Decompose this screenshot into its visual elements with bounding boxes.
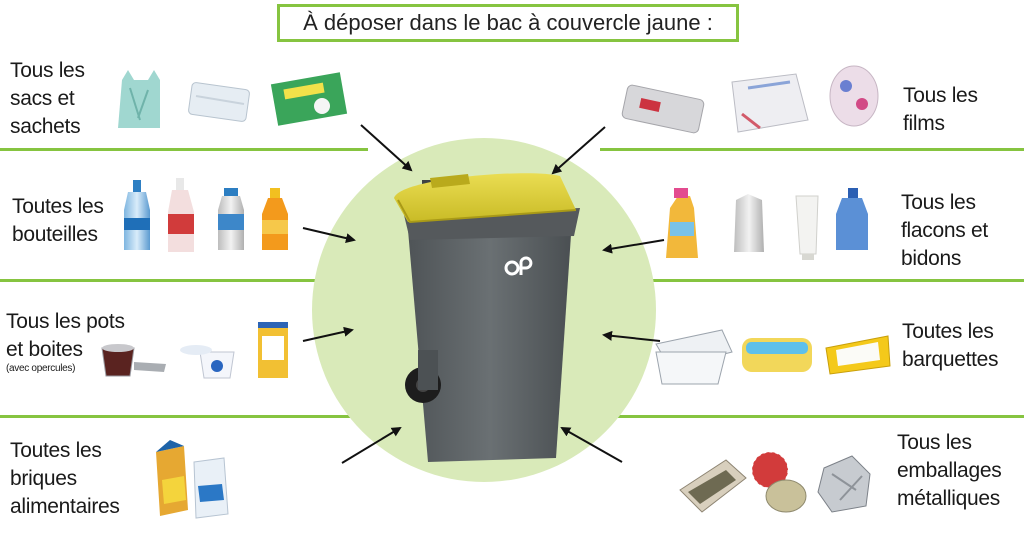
detergent-bottle-icon (734, 194, 764, 252)
tub-container-icon (742, 338, 812, 372)
clamshell-container-icon (655, 329, 733, 385)
bleach-bottle-icon (836, 188, 868, 250)
arrow-flacons (602, 239, 665, 254)
jar-lid-icon (751, 451, 807, 513)
arrow-films (551, 126, 606, 175)
plastic-bag-icon (118, 70, 160, 128)
arrow-barquettes (602, 330, 661, 342)
dish-soap-bottle-icon (666, 188, 698, 258)
frozen-food-bag-icon (270, 72, 348, 126)
arrow-pots (302, 326, 354, 342)
cocoa-box-icon (258, 322, 288, 378)
sardine-tin-icon (679, 459, 747, 513)
milk-carton-icon (193, 457, 229, 519)
illustration-layer (101, 65, 891, 519)
sachet-icon (188, 82, 250, 122)
juice-carton-icon (156, 440, 188, 516)
plastic-wrap-icon (731, 73, 809, 133)
plastic-film-pack-icon (621, 84, 705, 134)
aluminium-foil-icon (817, 455, 871, 513)
shrink-wrap-pack-icon (829, 65, 879, 127)
arrow-metalliques (560, 427, 623, 463)
oil-bottle-icon (262, 188, 288, 250)
tube-icon (795, 195, 819, 260)
soda-bottle-icon (168, 178, 194, 252)
milk-bottle-icon (218, 188, 244, 250)
arrow-briques (341, 426, 402, 464)
yogurt-pot-icon (101, 344, 166, 377)
arrow-bouteilles (302, 227, 356, 244)
tray-icon (825, 335, 891, 375)
water-bottle-icon (124, 180, 150, 250)
dessert-cup-icon (180, 345, 235, 379)
arrow-sacs (360, 124, 413, 172)
wheelie-bin-icon (394, 173, 580, 462)
